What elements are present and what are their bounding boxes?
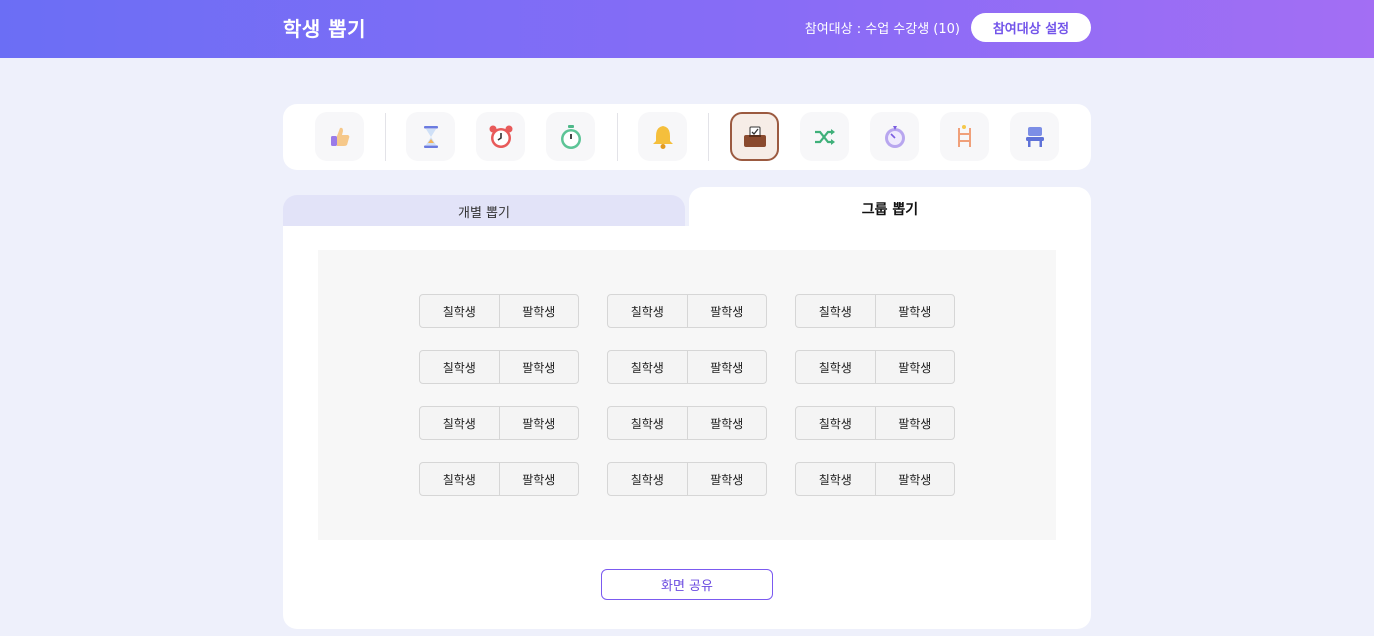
seat-chair-tool[interactable] <box>1010 112 1059 161</box>
student-name[interactable]: 칠학생 <box>420 295 499 327</box>
student-name[interactable]: 칠학생 <box>420 351 499 383</box>
shuffle-icon <box>814 128 835 145</box>
ladder-game-tool[interactable] <box>940 112 989 161</box>
group-pair: 칠학생 팔학생 <box>795 462 955 496</box>
ballot-box-tool[interactable] <box>730 112 779 161</box>
shuffle-tool[interactable] <box>800 112 849 161</box>
student-name[interactable]: 칠학생 <box>796 463 875 495</box>
student-name[interactable]: 칠학생 <box>608 463 687 495</box>
group-pair: 칠학생 팔학생 <box>795 350 955 384</box>
group-pair: 칠학생 팔학생 <box>607 350 767 384</box>
student-name[interactable]: 칠학생 <box>796 351 875 383</box>
group-pair: 칠학생 팔학생 <box>419 294 579 328</box>
seat-chair-icon <box>1025 126 1044 147</box>
student-name[interactable]: 팔학생 <box>686 295 767 327</box>
ballot-box-icon <box>743 126 766 147</box>
student-name[interactable]: 칠학생 <box>420 463 499 495</box>
student-name[interactable]: 팔학생 <box>686 463 767 495</box>
tab-individual-pick[interactable]: 개별 뽑기 <box>283 195 685 228</box>
ladder-icon <box>957 124 971 147</box>
bell-icon <box>652 125 673 149</box>
student-name[interactable]: 팔학생 <box>874 463 955 495</box>
thumbs-up-icon <box>330 127 349 146</box>
student-name[interactable]: 팔학생 <box>686 351 767 383</box>
page-title: 학생 뽑기 <box>283 17 367 41</box>
student-name[interactable]: 칠학생 <box>608 351 687 383</box>
student-name[interactable]: 팔학생 <box>498 463 579 495</box>
bell-tool[interactable] <box>638 112 687 161</box>
group-pair: 칠학생 팔학생 <box>607 406 767 440</box>
group-pair: 칠학생 팔학생 <box>419 462 579 496</box>
student-name[interactable]: 팔학생 <box>874 295 955 327</box>
group-pair: 칠학생 팔학생 <box>795 294 955 328</box>
alarm-clock-icon <box>489 125 512 148</box>
screen-share-button[interactable]: 화면 공유 <box>601 569 773 600</box>
student-name[interactable]: 칠학생 <box>608 407 687 439</box>
tool-toolbar <box>283 104 1091 170</box>
student-name[interactable]: 팔학생 <box>874 351 955 383</box>
roulette-icon <box>884 125 905 148</box>
stopwatch-icon <box>560 124 581 149</box>
alarm-clock-tool[interactable] <box>476 112 525 161</box>
group-pair: 칠학생 팔학생 <box>607 294 767 328</box>
student-name[interactable]: 팔학생 <box>498 295 579 327</box>
group-result-area: 칠학생 팔학생 칠학생 팔학생 칠학생 팔학생 칠학생 팔학생 칠학생 팔학생 … <box>318 250 1056 540</box>
group-pair: 칠학생 팔학생 <box>607 462 767 496</box>
tab-group-pick[interactable]: 그룹 뽑기 <box>689 187 1091 231</box>
student-name[interactable]: 팔학생 <box>498 407 579 439</box>
group-pair: 칠학생 팔학생 <box>419 406 579 440</box>
student-name[interactable]: 칠학생 <box>796 295 875 327</box>
header-bar: 학생 뽑기 참여대상 : 수업 수강생 (10) 참여대상 설정 <box>0 0 1374 58</box>
participant-settings-button[interactable]: 참여대상 설정 <box>971 13 1091 42</box>
student-name[interactable]: 팔학생 <box>498 351 579 383</box>
hourglass-tool[interactable] <box>406 112 455 161</box>
participants-label: 참여대상 : 수업 수강생 (10) <box>804 22 960 37</box>
student-name[interactable]: 칠학생 <box>420 407 499 439</box>
roulette-tool[interactable] <box>870 112 919 161</box>
group-pair: 칠학생 팔학생 <box>795 406 955 440</box>
hourglass-icon <box>423 125 438 148</box>
student-name[interactable]: 팔학생 <box>874 407 955 439</box>
student-name[interactable]: 팔학생 <box>686 407 767 439</box>
student-name[interactable]: 칠학생 <box>796 407 875 439</box>
group-pair: 칠학생 팔학생 <box>419 350 579 384</box>
student-name[interactable]: 칠학생 <box>608 295 687 327</box>
thumbs-up-tool[interactable] <box>315 112 364 161</box>
stopwatch-tool[interactable] <box>546 112 595 161</box>
